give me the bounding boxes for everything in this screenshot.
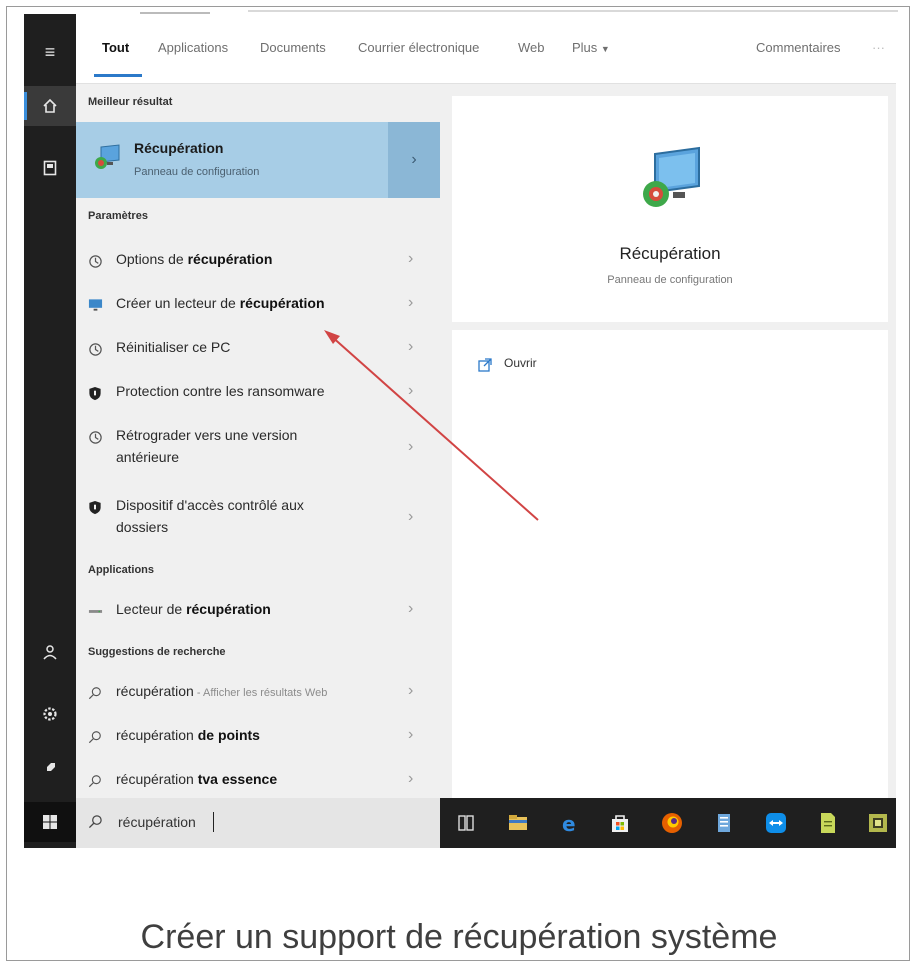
drive-icon [86, 602, 104, 620]
settings-item-create-recovery-drive[interactable]: Créer un lecteur de récupération › [76, 292, 440, 324]
best-match-title: Récupération [134, 140, 224, 156]
edge-browser-icon[interactable]: e [558, 811, 582, 835]
expand-preview-button[interactable]: › [388, 122, 440, 198]
document-icon[interactable] [816, 811, 840, 835]
preview-subtitle: Panneau de configuration [607, 274, 733, 286]
tab-all[interactable]: Tout [102, 40, 129, 55]
suggestion-item[interactable]: récupération de points › [76, 724, 440, 756]
shield-icon [86, 498, 104, 516]
chevron-right-icon: › [408, 682, 414, 699]
settings-item-rollback-version[interactable]: Rétrograder vers une version antérieure … [76, 424, 440, 478]
history-icon [86, 428, 104, 446]
results-list: Meilleur résultat Récupération Panneau d… [76, 84, 440, 798]
suggestion-label: récupération de points [116, 727, 260, 743]
section-search-suggestions: Suggestions de recherche [88, 646, 226, 658]
chevron-right-icon: › [408, 508, 414, 525]
chevron-right-icon: › [408, 726, 414, 743]
tab-email[interactable]: Courrier électronique [358, 40, 479, 55]
feedback-icon[interactable] [24, 748, 76, 788]
suggestion-item[interactable]: récupération - Afficher les résultats We… [76, 680, 440, 712]
settings-gear-icon[interactable] [24, 694, 76, 734]
open-label: Ouvrir [504, 356, 537, 370]
app-icon[interactable] [866, 811, 890, 835]
store-icon[interactable] [608, 811, 632, 835]
settings-item-label: Options de récupération [116, 251, 273, 267]
recovery-icon [643, 146, 700, 207]
preview-card: Récupération Panneau de configuration [452, 96, 888, 322]
history-icon [86, 252, 104, 270]
tab-more-label: Plus [572, 40, 598, 55]
search-icon [88, 814, 103, 834]
account-icon[interactable] [24, 632, 76, 672]
documents-icon[interactable] [24, 148, 76, 188]
svg-text:e: e [562, 812, 576, 835]
text-caret [213, 812, 214, 832]
section-best-match: Meilleur résultat [88, 96, 173, 108]
best-match-subtitle: Panneau de configuration [134, 166, 260, 178]
taskbar: e [440, 798, 896, 848]
open-external-icon [478, 358, 492, 372]
search-query: récupération [118, 814, 196, 830]
hamburger-menu-icon[interactable]: ≡ [24, 32, 76, 72]
firefox-icon[interactable] [660, 811, 684, 835]
chevron-right-icon: › [408, 382, 414, 399]
chevron-right-icon: › [408, 600, 414, 617]
file-explorer-icon[interactable] [506, 811, 530, 835]
tab-web[interactable]: Web [518, 40, 545, 55]
more-options-icon[interactable]: ··· [872, 40, 885, 55]
chevron-right-icon: › [408, 294, 414, 311]
settings-item-recovery-options[interactable]: Options de récupération › [76, 248, 440, 280]
search-icon [86, 684, 104, 702]
settings-item-label: Protection contre les ransomware [116, 383, 325, 399]
settings-item-label: Dispositif d'accès contrôlé aux dossiers [116, 497, 304, 535]
suggestion-item[interactable]: récupération tva essence › [76, 768, 440, 796]
tab-applications[interactable]: Applications [158, 40, 228, 55]
preview-title: Récupération [619, 244, 721, 263]
feedback-link[interactable]: Commentaires [756, 40, 841, 55]
tab-more[interactable]: Plus ▼ [572, 40, 610, 55]
recovery-icon [95, 144, 120, 169]
task-view-icon[interactable] [454, 811, 478, 835]
windows-start-icon[interactable] [24, 802, 76, 842]
settings-item-reset-pc[interactable]: Réinitialiser ce PC › [76, 336, 440, 368]
history-icon [86, 340, 104, 358]
settings-item-label: Réinitialiser ce PC [116, 339, 231, 355]
tab-documents[interactable]: Documents [260, 40, 326, 55]
open-action[interactable]: Ouvrir [452, 330, 888, 390]
start-menu-rail: ≡ [24, 14, 76, 848]
chevron-right-icon: › [411, 151, 417, 168]
monitor-icon [86, 296, 104, 314]
settings-item-label: Rétrograder vers une version antérieure [116, 427, 298, 465]
caption: Créer un support de récupération système [140, 918, 778, 956]
notepad-icon[interactable] [712, 811, 736, 835]
search-input[interactable]: récupération [76, 798, 440, 848]
active-tab-indicator [94, 74, 142, 77]
top-divider [248, 10, 898, 12]
settings-item-label: Créer un lecteur de récupération [116, 295, 325, 311]
search-icon [86, 772, 104, 790]
app-item-label: Lecteur de récupération [116, 601, 271, 617]
suggestion-label: récupération tva essence [116, 771, 278, 787]
section-settings: Paramètres [88, 210, 148, 222]
chevron-right-icon: › [408, 338, 414, 355]
settings-item-controlled-folder-access[interactable]: Dispositif d'accès contrôlé aux dossiers… [76, 494, 440, 548]
search-scope-tabs: Tout Applications Documents Courrier éle… [76, 14, 896, 84]
home-icon[interactable] [24, 86, 76, 126]
chevron-right-icon: › [408, 438, 414, 455]
search-icon [86, 728, 104, 746]
chevron-right-icon: › [408, 250, 414, 267]
best-match-item[interactable]: Récupération Panneau de configuration [76, 122, 388, 198]
suggestion-label: récupération - Afficher les résultats We… [116, 683, 328, 699]
app-item-recovery-drive[interactable]: Lecteur de récupération › [76, 598, 440, 630]
chevron-right-icon: › [408, 770, 414, 787]
settings-item-ransomware-protection[interactable]: Protection contre les ransomware › [76, 380, 440, 412]
preview-actions: Ouvrir [452, 330, 888, 798]
teamviewer-icon[interactable] [764, 811, 788, 835]
section-applications: Applications [88, 564, 155, 576]
shield-icon [86, 384, 104, 402]
chevron-down-icon: ▼ [600, 44, 610, 54]
